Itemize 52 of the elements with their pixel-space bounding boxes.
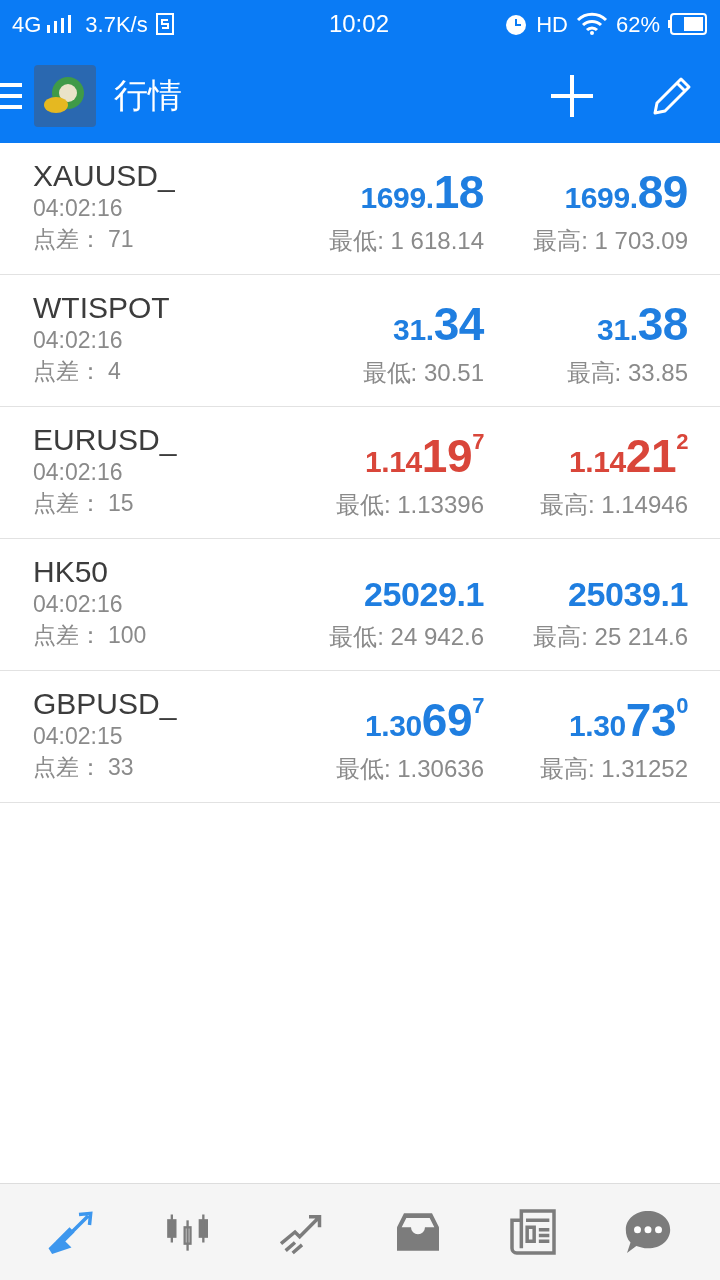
low-price: 最低: 1.13396 bbox=[335, 490, 484, 520]
price: 31.38 bbox=[597, 301, 688, 347]
menu-button[interactable] bbox=[0, 80, 22, 111]
high-price: 最高: 25 214.6 bbox=[533, 622, 688, 652]
symbol-name: WTISPOT bbox=[33, 293, 170, 326]
spread-value: 100 bbox=[108, 624, 147, 647]
quote-row[interactable]: HK50 04:02:16 点差： 100 25029.1 最低: 24 942.6 25039.1 最高: 25 214.6 bbox=[0, 539, 720, 671]
sim-icon bbox=[155, 13, 174, 35]
app-logo-icon bbox=[34, 64, 96, 127]
quote-time: 04:02:16 bbox=[33, 461, 124, 484]
quote-row[interactable]: XAUUSD_ 04:02:16 点差： 71 1699.18 最低: 1 618.14 1699.89 最高: 1 703.09 bbox=[0, 143, 720, 275]
spread-label: 点差： bbox=[33, 360, 102, 383]
alarm-icon bbox=[504, 12, 529, 36]
network-speed: 3.7K/s bbox=[85, 10, 148, 39]
spread-value: 71 bbox=[108, 228, 134, 251]
price: 31.34 bbox=[393, 301, 484, 347]
quote-time: 04:02:15 bbox=[33, 725, 124, 748]
low-price: 最低: 30.51 bbox=[362, 358, 484, 388]
spread-value: 4 bbox=[108, 360, 121, 383]
high-price: 最高: 1.14946 bbox=[539, 490, 688, 520]
symbol-name: XAUUSD_ bbox=[33, 161, 175, 194]
symbol-name: GBPUSD_ bbox=[33, 689, 177, 722]
spread-label: 点差： bbox=[33, 624, 102, 647]
screen-title: 行情 bbox=[114, 75, 182, 116]
spread-value: 15 bbox=[108, 492, 134, 515]
symbol-name: HK50 bbox=[33, 557, 110, 590]
low-price: 最低: 24 942.6 bbox=[329, 622, 484, 652]
spread-value: 33 bbox=[108, 756, 134, 779]
battery-icon bbox=[668, 13, 708, 35]
low-price: 最低: 1.30636 bbox=[335, 754, 484, 784]
battery-percent: 62% bbox=[615, 10, 660, 39]
hd-label: HD bbox=[536, 10, 568, 39]
low-price: 最低: 1 618.14 bbox=[329, 226, 484, 256]
price: 1699.89 bbox=[564, 169, 688, 215]
spread-label: 点差： bbox=[33, 492, 102, 515]
wifi-icon bbox=[575, 12, 608, 36]
quote-time: 04:02:16 bbox=[33, 197, 124, 220]
high-price: 最高: 1 703.09 bbox=[533, 226, 688, 256]
quote-time: 04:02:16 bbox=[33, 329, 124, 352]
spread-label: 点差： bbox=[33, 228, 102, 251]
price: 25039.1 bbox=[567, 577, 688, 611]
symbol-name: EURUSD_ bbox=[33, 425, 177, 458]
quote-row[interactable]: WTISPOT 04:02:16 点差： 4 31.34 最低: 30.51 31.38 最高: 33.85 bbox=[0, 275, 720, 407]
quote-time: 04:02:16 bbox=[33, 593, 124, 616]
clock-time: 10:02 bbox=[328, 9, 389, 39]
high-price: 最高: 33.85 bbox=[566, 358, 688, 388]
price: 1699.18 bbox=[360, 169, 484, 215]
spread-label: 点差： bbox=[33, 756, 102, 779]
price: 25029.1 bbox=[363, 577, 484, 611]
network-label: 4G bbox=[12, 10, 42, 39]
signal-icon bbox=[45, 15, 74, 33]
high-price: 最高: 1.31252 bbox=[539, 754, 688, 784]
